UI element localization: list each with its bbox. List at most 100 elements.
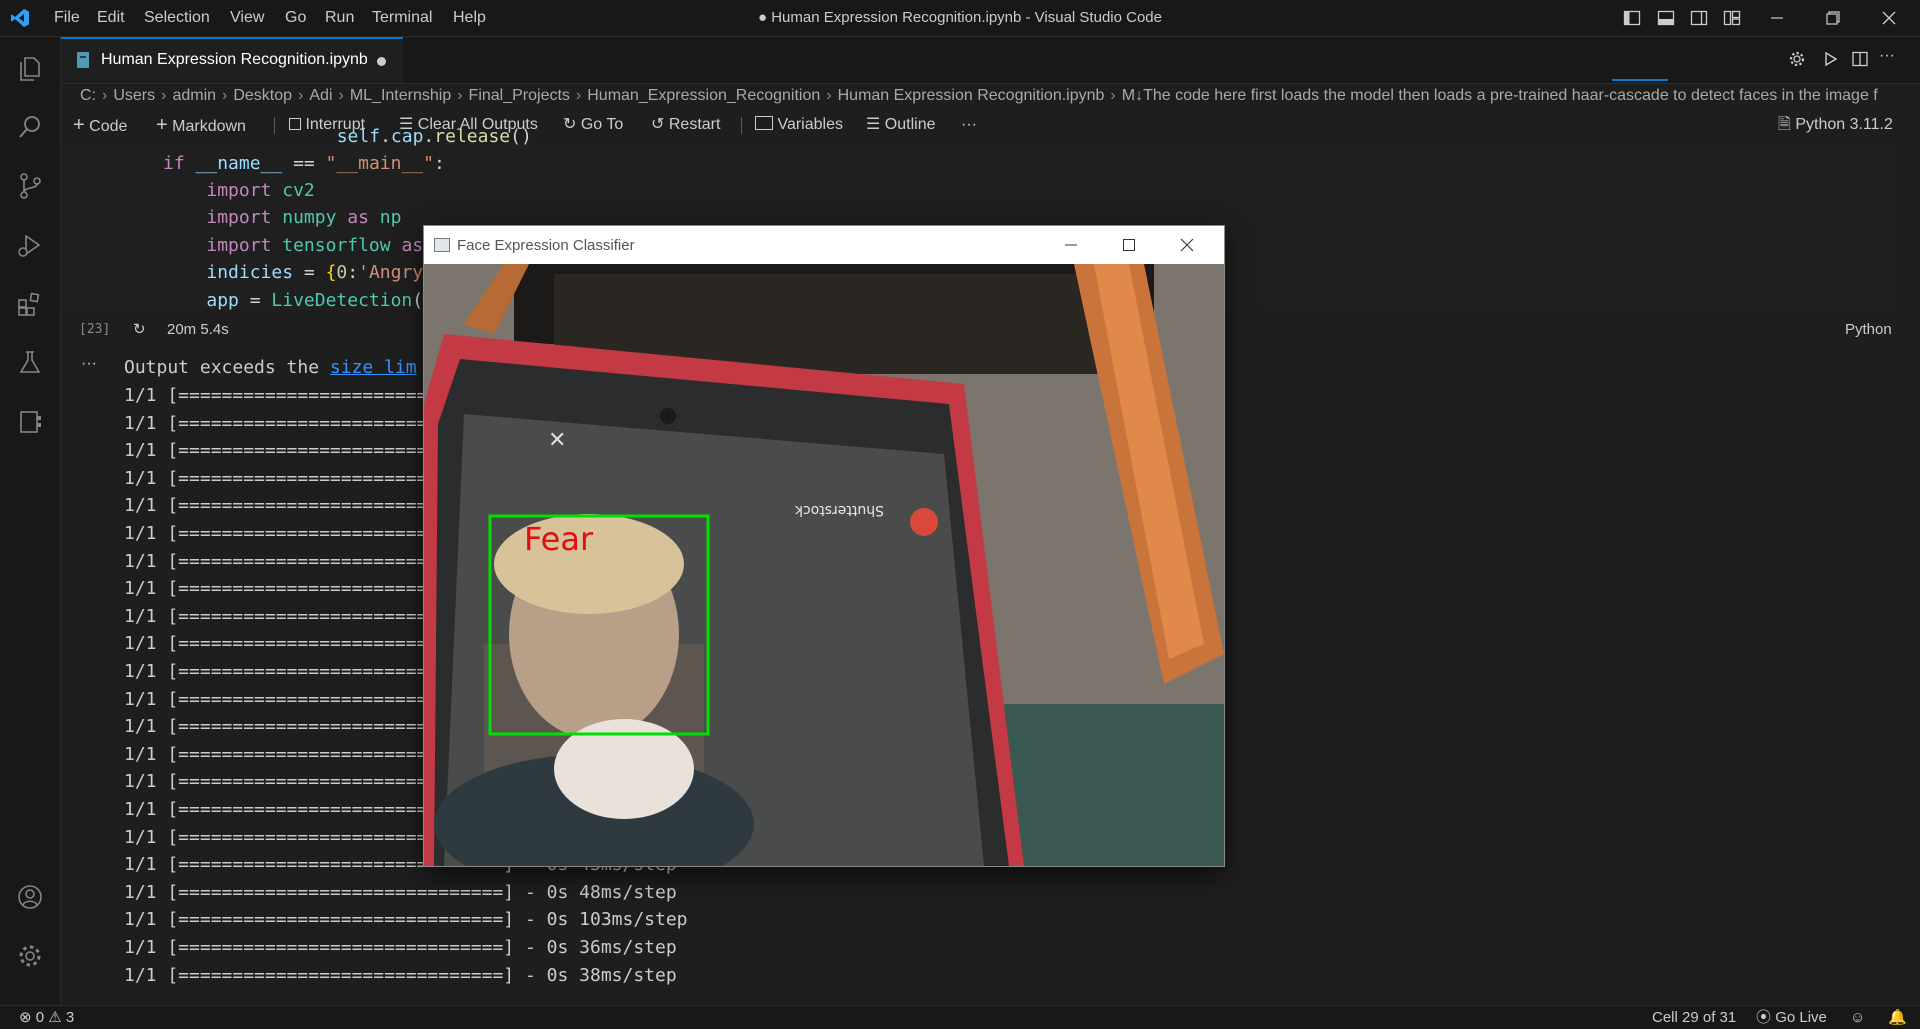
breadcrumb-item[interactable]: C:	[80, 87, 96, 104]
status-bar: ⊗ 0 ⚠ 3 Cell 29 of 31 ⦿ Go Live ☺ 🔔	[0, 1005, 1920, 1029]
notifications-bell-icon[interactable]: 🔔	[1888, 1006, 1907, 1029]
breadcrumb-item[interactable]: admin	[172, 87, 216, 104]
go-to-button[interactable]: ↻ Go To	[563, 110, 623, 140]
output-line: 1/1 [==============================] - 0…	[124, 881, 677, 903]
explorer-icon[interactable]	[15, 53, 45, 83]
variables-button[interactable]: Variables	[755, 110, 843, 140]
toolbar-more-button[interactable]: ···	[961, 110, 977, 140]
menu-run[interactable]: Run	[325, 0, 354, 36]
restart-icon: ↺	[651, 116, 665, 133]
code-line: import tensorflow as	[206, 235, 424, 256]
size-limit-link[interactable]: size lim	[330, 357, 417, 378]
phone-close-icon: ✕	[548, 428, 566, 453]
popup-title: Face Expression Classifier	[457, 237, 635, 254]
add-markdown-cell-button[interactable]: + Markdown	[156, 110, 246, 140]
error-icon: ⊗	[19, 1009, 32, 1026]
title-bar: File Edit Selection View Go Run Terminal…	[0, 0, 1920, 37]
minimize-icon[interactable]	[1768, 9, 1786, 27]
menu-file[interactable]: File	[54, 0, 80, 36]
restart-button[interactable]: ↺ Restart	[651, 110, 720, 140]
code-line: import cv2	[206, 180, 315, 201]
split-editor-icon[interactable]	[1851, 50, 1869, 68]
plus-icon: +	[156, 114, 168, 136]
activity-bar	[0, 37, 61, 1005]
menu-help[interactable]: Help	[453, 0, 486, 36]
cell-duration: 20m 5.4s	[167, 321, 229, 338]
add-code-label: Code	[89, 118, 128, 135]
testing-icon[interactable]	[15, 348, 45, 378]
breadcrumb-item[interactable]: Users	[113, 87, 155, 104]
go-live-label: Go Live	[1775, 1009, 1827, 1026]
go-to-label: Go To	[580, 116, 624, 133]
popup-minimize-icon[interactable]	[1064, 238, 1078, 252]
kernel-label: Python 3.11.2	[1795, 116, 1893, 133]
menu-go[interactable]: Go	[285, 0, 306, 36]
toggle-primary-sidebar-icon[interactable]	[1623, 9, 1641, 27]
accounts-icon[interactable]	[15, 882, 45, 912]
restart-label: Restart	[668, 116, 721, 133]
warning-count: 3	[65, 1009, 75, 1026]
extensions-icon[interactable]	[15, 289, 45, 319]
toolbar-divider	[741, 117, 742, 134]
code-line: indicies = {0:'Angry	[206, 262, 424, 283]
menu-view[interactable]: View	[230, 0, 264, 36]
notebook-settings-gear-icon[interactable]	[1788, 50, 1806, 68]
breadcrumb-cell[interactable]: M↓The code here first loads the model th…	[1122, 87, 1878, 104]
restore-icon[interactable]	[1824, 9, 1842, 27]
notice-text: Output exceeds the	[124, 357, 330, 378]
popup-maximize-icon[interactable]	[1122, 238, 1136, 252]
variables-icon	[755, 116, 773, 130]
breadcrumb-item[interactable]: Desktop	[233, 87, 292, 104]
output-more-icon[interactable]: ···	[81, 355, 97, 373]
menu-terminal[interactable]: Terminal	[372, 0, 432, 36]
popup-title-bar[interactable]: Face Expression Classifier	[424, 226, 1224, 264]
menu-selection[interactable]: Selection	[144, 0, 210, 36]
outline-label: Outline	[884, 116, 936, 133]
phone-app-label: Shutterstock	[794, 502, 884, 518]
settings-gear-icon[interactable]	[15, 941, 45, 971]
go-to-icon: ↻	[563, 116, 577, 133]
run-debug-icon[interactable]	[15, 230, 45, 260]
vscode-logo-icon	[11, 9, 29, 27]
source-control-icon[interactable]	[15, 171, 45, 201]
menu-edit[interactable]: Edit	[97, 0, 125, 36]
progress-indicator	[1612, 79, 1668, 81]
code-line: self.cap.release()	[336, 126, 532, 147]
search-icon[interactable]	[15, 112, 45, 142]
more-actions-icon[interactable]: ···	[1879, 47, 1895, 65]
cell-success-icon: ↻	[133, 321, 146, 338]
webcam-frame-image: ✕ Shutterstock Fear	[424, 264, 1224, 866]
problems-indicator[interactable]: ⊗ 0 ⚠ 3	[19, 1006, 74, 1029]
execution-count: [23]	[79, 322, 111, 337]
face-expression-window[interactable]: Face Expression Classifier ✕ Shutterstoc…	[423, 225, 1225, 867]
cell-position[interactable]: Cell 29 of 31	[1652, 1006, 1736, 1029]
close-icon[interactable]	[1880, 9, 1898, 27]
breadcrumb-item[interactable]: Adi	[309, 87, 332, 104]
tab-notebook[interactable]: Human Expression Recognition.ipynb	[61, 37, 403, 83]
code-line: import numpy as np	[206, 207, 402, 228]
remote-explorer-icon[interactable]	[15, 407, 45, 437]
breadcrumb-item[interactable]: Human_Expression_Recognition	[587, 87, 820, 104]
add-code-cell-button[interactable]: + Code	[73, 110, 127, 140]
go-live-button[interactable]: ⦿ Go Live	[1756, 1006, 1827, 1029]
run-all-icon[interactable]	[1821, 50, 1839, 68]
customize-layout-icon[interactable]	[1723, 9, 1741, 27]
app-window-icon	[434, 238, 450, 252]
output-line: 1/1 [==============================] - 0…	[124, 964, 677, 986]
feedback-icon[interactable]: ☺	[1850, 1006, 1865, 1029]
unsaved-dot-icon[interactable]	[377, 57, 386, 66]
breadcrumb-item[interactable]: ML_Internship	[350, 87, 451, 104]
code-line: app = LiveDetection(	[206, 290, 424, 311]
toggle-panel-icon[interactable]	[1657, 9, 1675, 27]
variables-label: Variables	[777, 116, 843, 133]
webcam-feed: ✕ Shutterstock Fear	[424, 264, 1224, 866]
outline-button[interactable]: ☰ Outline	[866, 110, 936, 140]
toggle-secondary-sidebar-icon[interactable]	[1690, 9, 1708, 27]
cell-language[interactable]: Python	[1845, 321, 1892, 338]
breadcrumb-item[interactable]: Final_Projects	[469, 87, 570, 104]
popup-close-icon[interactable]	[1180, 238, 1194, 252]
add-markdown-label: Markdown	[172, 118, 246, 135]
kernel-picker[interactable]: 🗎 Python 3.11.2	[1778, 110, 1893, 140]
breadcrumb-file[interactable]: Human Expression Recognition.ipynb	[838, 87, 1105, 104]
warning-icon: ⚠	[48, 1009, 62, 1026]
